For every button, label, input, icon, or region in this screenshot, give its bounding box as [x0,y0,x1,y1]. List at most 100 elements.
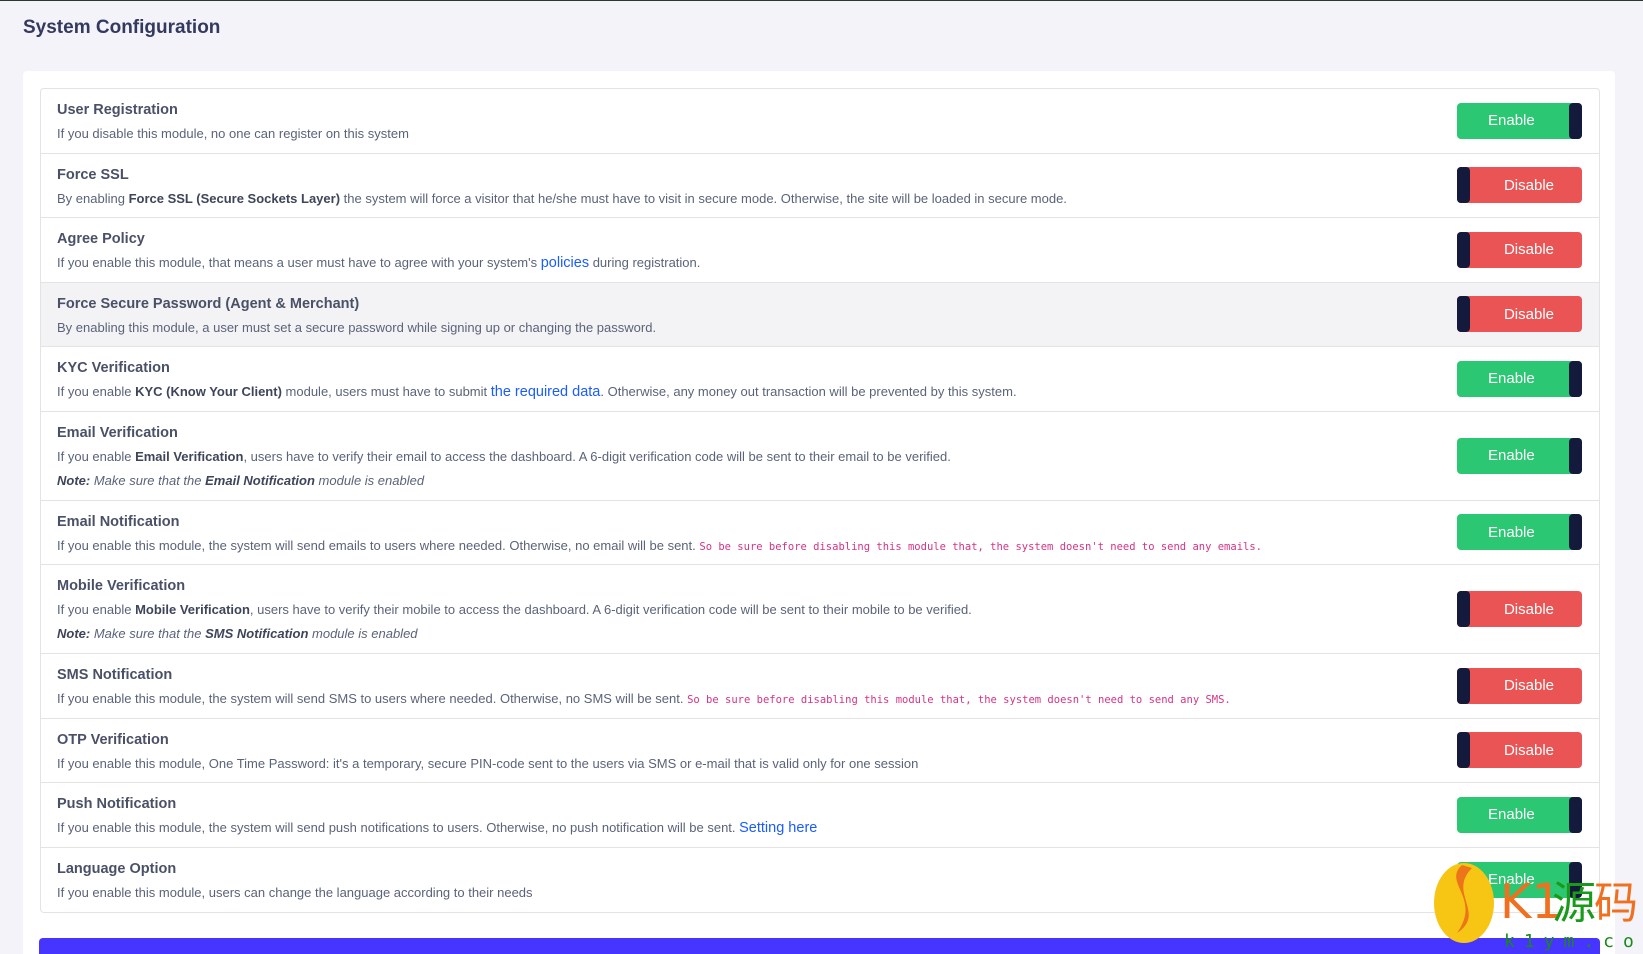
text: Make sure that the [90,626,206,641]
inline-link[interactable]: Setting here [739,820,817,836]
warning-code: So be sure before disabling this module … [699,540,1262,553]
toggle-push-notification[interactable]: Enable [1457,796,1582,833]
config-row: Email Notification If you enable this mod… [41,501,1599,565]
toggle-kyc-verification[interactable]: Enable [1457,360,1582,397]
top-border [0,0,1643,1]
toggle-knob [1457,167,1470,204]
toggle-knob [1569,514,1582,551]
row-title: Email Verification [57,424,178,441]
toggle-label: Disable [1503,600,1554,618]
toggle-otp-verification[interactable]: Disable [1457,732,1582,769]
toggle-label: Enable [1488,370,1535,388]
toggle-force-ssl[interactable]: Disable [1457,167,1582,204]
toggle-mobile-verification[interactable]: Disable [1457,591,1582,627]
toggle-label: Disable [1503,305,1554,323]
row-description: If you enable Mobile Verification, users… [57,601,1399,619]
toggle-label: Enable [1488,806,1535,824]
bold-text: Force SSL (Secure Sockets Layer) [128,190,341,206]
text: Make sure that the [90,472,206,488]
warning-code: So be sure before disabling this module … [687,694,1231,706]
toggle-label: Disable [1503,176,1554,194]
text: If you enable this module, the system wi… [57,537,700,553]
bold-text: Note: [57,626,91,641]
toggle-knob [1457,667,1470,704]
config-row: OTP Verification If you enable this modul… [41,719,1599,783]
config-row: Force Secure Password (Agent & Merchant)… [41,282,1599,347]
toggle-knob [1569,796,1582,833]
config-row: Push Notification If you enable this modu… [41,783,1599,848]
bold-text: Email Verification [135,448,244,464]
text: module is enabled [314,472,425,488]
toggle-email-notification[interactable]: Enable [1457,514,1582,551]
toggle-label: Disable [1503,241,1554,259]
config-row: SMS Notification If you enable this modul… [41,654,1599,719]
row-title: OTP Verification [57,731,169,748]
toggle-agree-policy[interactable]: Disable [1457,231,1582,268]
bold-text: Mobile Verification [135,602,250,617]
toggle-label: Enable [1488,447,1535,464]
toggle-knob [1569,437,1582,474]
row-description: If you enable this module, that means a … [57,254,1399,272]
row-description: If you enable this module, One Time Pass… [57,755,1399,773]
toggle-label: Enable [1488,871,1535,889]
row-description: If you enable this module, users can cha… [57,884,1399,902]
text: If you enable [57,384,136,399]
text: module is enabled [308,626,418,641]
config-row: KYC Verification If you enable KYC (Know … [41,347,1599,412]
text: By enabling [57,190,129,206]
row-description: If you enable this module, the system wi… [57,537,1399,556]
inline-link[interactable]: the required data [491,384,601,400]
row-description: If you disable this module, no one can r… [57,125,1399,143]
toggle-knob [1569,102,1582,139]
config-list: User Registration If you disable this mod… [40,88,1600,913]
row-title: SMS Notification [57,667,173,683]
text: If you disable this module, no one can r… [57,126,409,141]
toggle-label: Disable [1503,677,1554,695]
row-description: If you enable KYC (Know Your Client) mod… [57,383,1399,401]
row-title: KYC Verification [57,360,170,376]
toggle-label: Enable [1488,523,1535,541]
submit-button[interactable] [39,938,1600,954]
text: , users have to verify their email to ac… [243,448,951,464]
row-note: Note: Make sure that the SMS Notificatio… [57,625,1399,643]
row-title: Push Notification [57,796,177,812]
text: . Otherwise, any money out transaction w… [600,384,1017,399]
bold-text: SMS Notification [205,626,309,641]
config-row: Agree Policy If you enable this module, t… [41,218,1599,283]
text: If you enable this module, users can cha… [57,884,533,900]
text: If you enable this module, the system wi… [57,820,740,835]
text: If you enable [57,602,136,617]
row-title: Language Option [57,860,177,877]
toggle-knob [1457,732,1470,769]
toggle-email-verification[interactable]: Enable [1457,437,1582,474]
config-row: Mobile Verification If you enable Mobile … [41,565,1599,654]
inline-link[interactable]: policies [541,255,589,271]
row-title: Email Notification [57,513,180,530]
text: If you enable this module, One Time Pass… [57,755,919,771]
toggle-knob [1457,591,1470,627]
toggle-knob [1569,360,1582,397]
row-title: Agree Policy [57,231,145,247]
toggle-force-secure-password-agent-merchant[interactable]: Disable [1457,296,1582,333]
row-description: If you enable this module, the system wi… [57,819,1399,837]
row-description: If you enable this module, the system wi… [57,690,1399,709]
config-row: User Registration If you disable this mod… [41,89,1599,154]
text: By enabling this module, a user must set… [57,319,657,335]
text: the system will force a visitor that he/… [340,190,1067,206]
toggle-knob [1457,231,1470,268]
toggle-language-option[interactable]: Enable [1457,861,1582,898]
config-row: Language Option If you enable this module… [41,848,1599,913]
toggle-sms-notification[interactable]: Disable [1457,667,1582,704]
bold-text: Email Notification [205,472,315,488]
toggle-knob [1457,296,1470,333]
row-title: Mobile Verification [57,578,186,594]
text: during registration. [589,255,701,270]
row-description: By enabling Force SSL (Secure Sockets La… [57,190,1399,208]
page-title: System Configuration [23,17,221,38]
bold-text: Note: [57,472,91,488]
text: If you enable this module, that means a … [57,255,541,270]
toggle-user-registration[interactable]: Enable [1457,102,1582,139]
row-title: Force Secure Password (Agent & Merchant) [57,295,360,312]
row-title: User Registration [57,102,178,118]
config-row: Force SSL By enabling Force SSL (Secure S… [41,154,1599,218]
